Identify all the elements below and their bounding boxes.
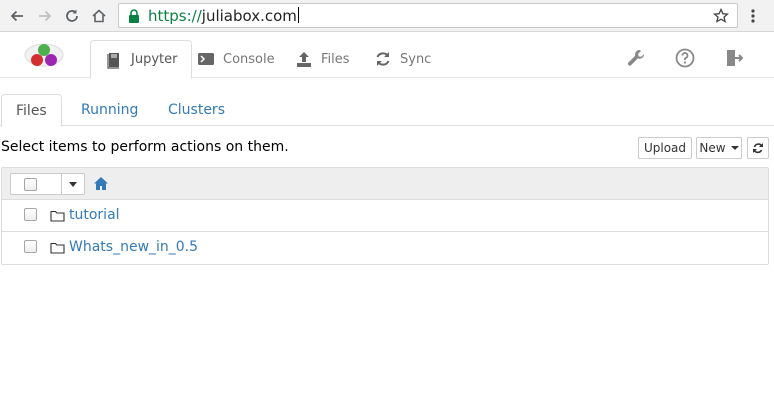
file-list: tutorial Whats_new_in_0.5 (1, 167, 769, 265)
list-item[interactable]: Whats_new_in_0.5 (2, 232, 768, 264)
home-folder-icon[interactable] (93, 176, 109, 191)
tab-sync[interactable]: Sync (360, 40, 445, 78)
refresh-button[interactable] (747, 137, 769, 159)
back-icon[interactable] (7, 6, 27, 26)
upload-icon (297, 52, 311, 67)
app-header: Jupyter Console Files Sync (0, 32, 774, 79)
forward-icon[interactable] (35, 6, 55, 26)
file-list-header (2, 168, 768, 200)
item-name-link[interactable]: tutorial (69, 207, 120, 223)
tab-files[interactable]: Files (281, 40, 364, 78)
new-dropdown-button[interactable]: New (696, 137, 742, 159)
item-checkbox[interactable] (24, 208, 37, 221)
instructions-text: Select items to perform actions on them. (1, 139, 289, 155)
folder-icon (50, 210, 65, 222)
home-icon[interactable] (89, 6, 109, 26)
chevron-down-icon[interactable] (69, 182, 77, 187)
bookmark-star-icon[interactable] (713, 8, 729, 24)
tab-running[interactable]: Running (67, 94, 152, 126)
select-all-checkbox[interactable] (24, 178, 37, 191)
browser-toolbar: https://juliabox.com (0, 0, 774, 32)
file-browser-tabs: Files Running Clusters (0, 94, 774, 127)
logout-icon[interactable] (724, 48, 744, 68)
lock-icon (129, 9, 139, 23)
sync-icon (376, 52, 390, 66)
browser-menu-icon[interactable] (745, 7, 761, 25)
terminal-icon (198, 53, 214, 65)
folder-icon (50, 242, 65, 254)
julia-logo-icon[interactable] (24, 40, 64, 70)
tab-console[interactable]: Console (183, 40, 289, 78)
help-icon[interactable] (675, 48, 695, 68)
reload-icon[interactable] (62, 6, 82, 26)
upload-button[interactable]: Upload (638, 137, 692, 159)
tab-files-list[interactable]: Files (1, 94, 62, 127)
item-checkbox[interactable] (24, 240, 37, 253)
url-text[interactable]: https://juliabox.com (148, 7, 299, 25)
refresh-icon (753, 143, 763, 154)
list-item[interactable]: tutorial (2, 200, 768, 232)
wrench-icon[interactable] (626, 48, 646, 68)
notebook-icon (107, 52, 119, 69)
tab-jupyter[interactable]: Jupyter (90, 40, 193, 79)
chevron-down-icon (730, 146, 739, 150)
select-all-dropdown[interactable] (10, 173, 85, 195)
item-name-link[interactable]: Whats_new_in_0.5 (69, 239, 198, 255)
tab-clusters[interactable]: Clusters (154, 94, 239, 126)
address-bar[interactable]: https://juliabox.com (118, 3, 738, 28)
